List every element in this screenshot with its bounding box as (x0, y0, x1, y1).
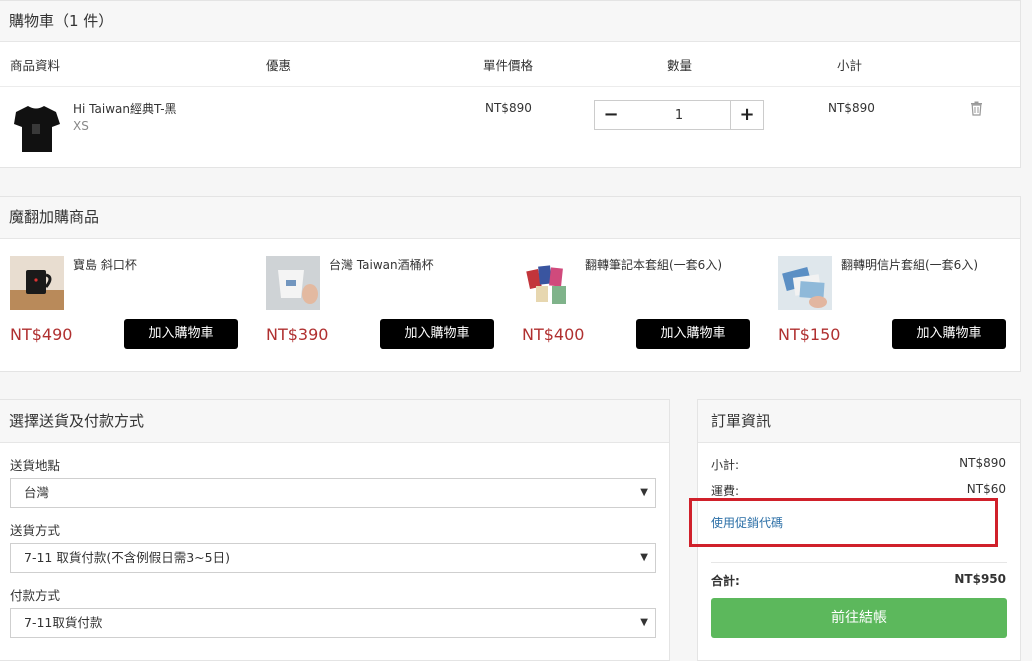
addons-panel: 魔翻加購商品 寶島 斜口杯 NT$490 加入購物車 台灣 Taiwan酒桶杯 … (0, 196, 1021, 372)
addon-price-4: NT$150 (778, 325, 841, 344)
add-to-cart-button-3[interactable]: 加入購物車 (636, 319, 750, 349)
addons-header: 魔翻加購商品 (0, 197, 1020, 239)
shipping-method-label: 送貨方式 (10, 523, 61, 538)
header-subtotal: 小計 (837, 58, 863, 73)
order-title: 訂單資訊 (711, 412, 772, 430)
addon-price-1: NT$490 (10, 325, 73, 344)
cart-header: 購物車（1 件） (0, 1, 1020, 42)
addon-image-mug[interactable] (10, 256, 64, 310)
addon-name-1[interactable]: 寶島 斜口杯 (73, 256, 137, 273)
order-total-label: 合計: (711, 574, 740, 588)
header-discount: 優惠 (266, 58, 292, 73)
header-quantity: 數量 (667, 58, 693, 73)
chevron-down-icon: ▼ (640, 617, 648, 628)
add-to-cart-button-2[interactable]: 加入購物車 (380, 319, 494, 349)
order-subtotal-label: 小計: (711, 458, 740, 472)
trash-icon[interactable] (970, 101, 984, 117)
shipping-panel: 選擇送貨及付款方式 送貨地點 台灣 ▼ 送貨方式 7-11 取貨付款(不含例假日… (0, 399, 670, 661)
order-shipping-value: NT$60 (966, 482, 1006, 496)
checkout-button[interactable]: 前往結帳 (711, 598, 1007, 638)
addon-image-postcards[interactable] (778, 256, 832, 310)
shipping-title: 選擇送貨及付款方式 (9, 412, 145, 430)
add-to-cart-button-1[interactable]: 加入購物車 (124, 319, 238, 349)
item-name[interactable]: Hi Taiwan經典T-黑 (73, 100, 177, 117)
quantity-input[interactable] (627, 100, 731, 130)
destination-value: 台灣 (24, 485, 50, 500)
destination-label: 送貨地點 (10, 458, 61, 473)
item-subtotal: NT$890 (828, 101, 875, 115)
minus-icon: − (603, 104, 619, 125)
addon-image-notebooks[interactable] (522, 256, 576, 310)
order-header: 訂單資訊 (698, 400, 1020, 443)
header-divider (0, 86, 1020, 87)
destination-select[interactable]: 台灣 ▼ (10, 478, 656, 508)
addon-price-3: NT$400 (522, 325, 585, 344)
addon-price-2: NT$390 (266, 325, 329, 344)
order-shipping-label: 運費: (711, 484, 740, 498)
product-image-tshirt[interactable] (10, 102, 62, 156)
header-unit-price: 單件價格 (483, 58, 534, 73)
quantity-increment-button[interactable]: + (730, 100, 764, 130)
summary-divider (711, 562, 1007, 563)
addon-name-4[interactable]: 翻轉明信片套組(一套6入) (841, 256, 978, 273)
payment-method-select[interactable]: 7-11取貨付款 ▼ (10, 608, 656, 638)
item-variant: XS (73, 119, 89, 133)
promo-highlight-box (689, 498, 998, 547)
header-product: 商品資料 (10, 58, 61, 73)
plus-icon: + (739, 104, 755, 125)
cart-title: 購物車（1 件） (9, 12, 114, 30)
addon-name-3[interactable]: 翻轉筆記本套組(一套6入) (585, 256, 722, 273)
chevron-down-icon: ▼ (640, 487, 648, 498)
payment-method-value: 7-11取貨付款 (24, 615, 103, 630)
addon-name-2[interactable]: 台灣 Taiwan酒桶杯 (329, 256, 434, 273)
order-subtotal-value: NT$890 (959, 456, 1006, 470)
addon-image-cup[interactable] (266, 256, 320, 310)
payment-method-label: 付款方式 (10, 588, 61, 603)
shipping-header: 選擇送貨及付款方式 (0, 400, 669, 443)
add-to-cart-button-4[interactable]: 加入購物車 (892, 319, 1006, 349)
chevron-down-icon: ▼ (640, 552, 648, 563)
item-unit-price: NT$890 (485, 101, 532, 115)
addons-title: 魔翻加購商品 (9, 208, 100, 226)
quantity-decrement-button[interactable]: − (594, 100, 628, 130)
shipping-method-value: 7-11 取貨付款(不含例假日需3~5日) (24, 550, 230, 565)
order-total-value: NT$950 (954, 572, 1006, 586)
order-summary-panel: 訂單資訊 小計: NT$890 運費: NT$60 使用促銷代碼 合計: NT$… (689, 399, 1021, 661)
shipping-method-select[interactable]: 7-11 取貨付款(不含例假日需3~5日) ▼ (10, 543, 656, 573)
cart-panel: 購物車（1 件） 商品資料 優惠 單件價格 數量 小計 Hi Taiwan經典T… (0, 0, 1021, 168)
